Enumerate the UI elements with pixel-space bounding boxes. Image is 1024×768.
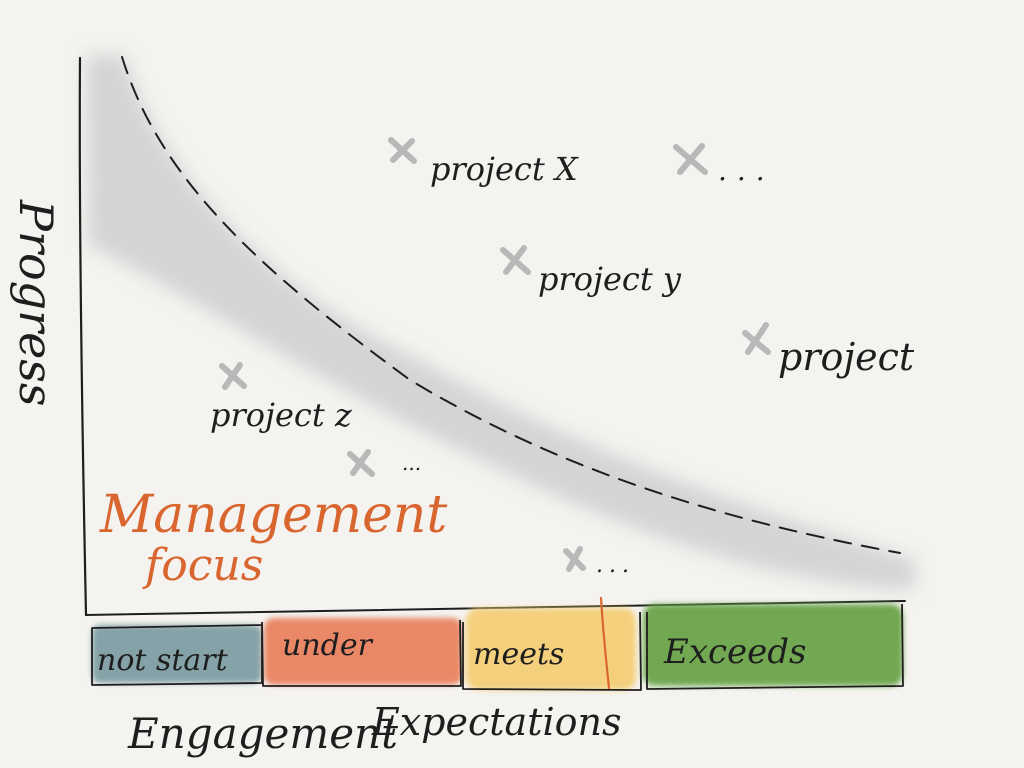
ellipsis-bottom-label: ...	[596, 553, 635, 578]
project-right-cross-icon	[742, 322, 771, 355]
project-x-cross-icon	[388, 137, 417, 164]
management-focus-line1: Management	[99, 485, 447, 545]
segment-meets-label: meets	[473, 637, 564, 672]
ellipsis-bottom-cross-icon	[563, 546, 586, 572]
sketch-canvas: Progress project X ... project y project…	[0, 0, 1024, 768]
ellipsis-mid-cross-icon	[347, 449, 375, 477]
project-right-label: project	[778, 335, 915, 379]
project-z-label: project z	[210, 396, 353, 434]
project-y-cross-icon	[500, 245, 531, 275]
project-y-label: project y	[538, 260, 682, 298]
project-z-cross-icon	[219, 362, 247, 390]
management-focus-line2: focus	[142, 540, 263, 591]
segment-not-start-label: not start	[97, 643, 229, 678]
progress-engagement-sketch: Progress project X ... project y project…	[9, 55, 915, 758]
y-axis-label: Progress	[9, 199, 63, 407]
y-axis-line	[78, 56, 88, 617]
engagement-scale: not start under meets Exceeds	[91, 596, 904, 691]
x-axis-label-engagement: Engagement	[127, 709, 398, 758]
ellipsis-top-label: ...	[718, 154, 775, 187]
segment-exceeds-label: Exceeds	[663, 632, 807, 672]
ellipsis-top-cross-icon	[673, 143, 708, 175]
x-axis-label-expectations: Expectations	[371, 700, 621, 744]
segment-under-label: under	[282, 628, 374, 663]
ellipsis-mid-label: ...	[402, 451, 421, 475]
project-x-label: project X	[430, 150, 579, 188]
